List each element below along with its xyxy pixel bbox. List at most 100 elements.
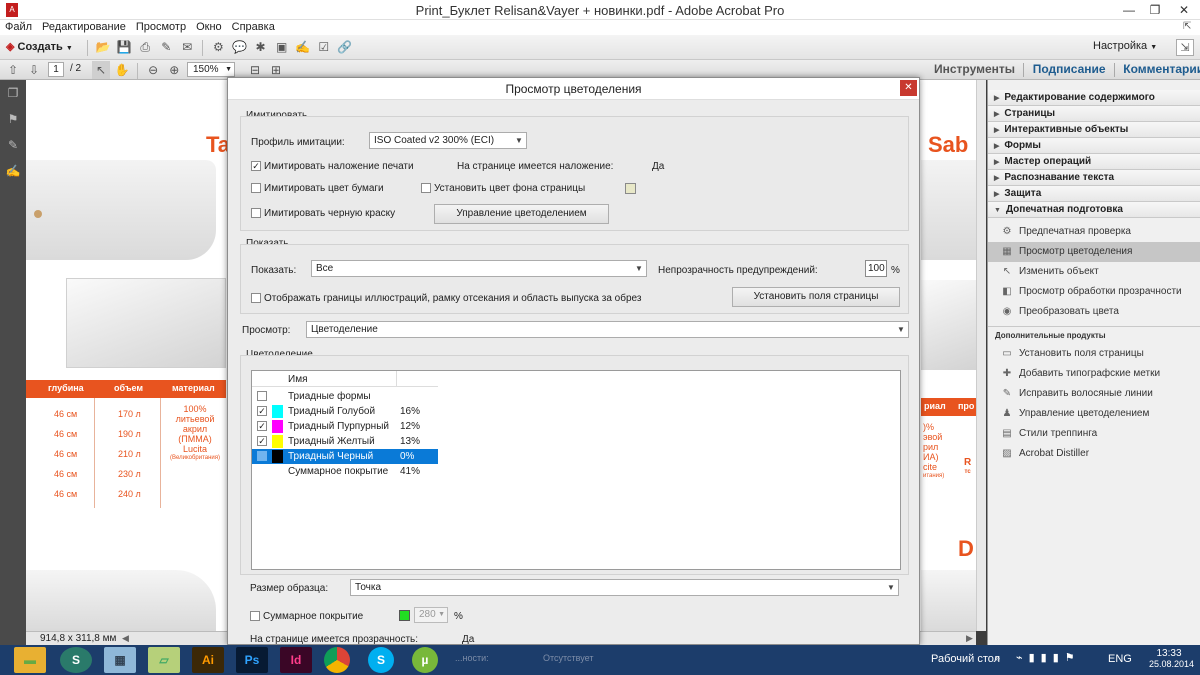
tool-page-boxes[interactable]: ▭ Установить поля страницы	[988, 344, 1200, 364]
scroll-left-icon[interactable]: ◀	[122, 632, 129, 645]
utorrent-icon[interactable]: µ	[412, 647, 438, 673]
comment-icon[interactable]: 💬	[231, 38, 249, 56]
print-icon[interactable]: ⎙	[136, 38, 154, 56]
expand-icon[interactable]: ⇱	[1178, 20, 1194, 34]
sample-size-select[interactable]: Точка ▼	[350, 579, 899, 596]
total-coverage-color-swatch[interactable]	[399, 610, 410, 621]
link-icon[interactable]: 🔗	[336, 38, 354, 56]
tool-printer-marks[interactable]: ✚ Добавить типографские метки	[988, 364, 1200, 384]
separation-checkbox[interactable]: ✓	[257, 436, 267, 446]
app-s-icon[interactable]: S	[60, 647, 92, 673]
open-icon[interactable]: 📂	[94, 38, 112, 56]
separation-checkbox[interactable]: ✓	[257, 421, 267, 431]
review-icon[interactable]: ☑	[315, 38, 333, 56]
tab-tools[interactable]: Инструменты	[934, 62, 1015, 76]
panel-section-print-production[interactable]: ▼ Допечатная подготовка	[988, 202, 1200, 218]
black-ink-checkbox[interactable]: Имитировать черную краску	[251, 208, 395, 219]
menu-file[interactable]: Файл	[0, 20, 37, 34]
warning-opacity-input[interactable]: 100	[865, 260, 887, 277]
menu-view[interactable]: Просмотр	[131, 20, 191, 34]
settings-dropdown[interactable]: Настройка ▼	[1093, 40, 1157, 52]
menu-window[interactable]: Окно	[191, 20, 227, 34]
tray-expand-icon[interactable]: »	[995, 653, 1000, 663]
tool-separation[interactable]: ▦ Просмотр цветоделения	[988, 242, 1200, 262]
scroll-right-icon[interactable]: ▶	[966, 632, 973, 645]
ink-manager-button[interactable]: Управление цветоделением	[434, 204, 609, 224]
select-tool-icon[interactable]: ↖	[92, 61, 110, 79]
illustrator-icon[interactable]: Ai	[192, 647, 224, 673]
create-button[interactable]: ◈ Создать ▼	[6, 38, 73, 56]
tool-ink-manager[interactable]: ♟ Управление цветоделением	[988, 404, 1200, 424]
overprint-checkbox[interactable]: ✓ Имитировать наложение печати	[251, 161, 414, 172]
separation-row[interactable]: Триадные формы	[252, 389, 438, 404]
preview-select[interactable]: Цветоделение ▼	[306, 321, 909, 338]
skype-icon[interactable]: S	[368, 647, 394, 673]
separation-row[interactable]: ✓ Триадный Голубой 16%	[252, 404, 438, 419]
panel-section-ocr[interactable]: ▶ Распознавание текста	[988, 170, 1200, 186]
separation-row[interactable]: ✓ Триадный Желтый 13%	[252, 434, 438, 449]
save-icon[interactable]: 💾	[115, 38, 133, 56]
menu-edit[interactable]: Редактирование	[37, 20, 131, 34]
tab-sign[interactable]: Подписание	[1033, 62, 1106, 76]
gear-icon[interactable]: ⚙	[209, 38, 227, 56]
page-bg-checkbox[interactable]: Установить цвет фона страницы	[421, 183, 585, 194]
tool-hairlines[interactable]: ✎ Исправить волосяные линии	[988, 384, 1200, 404]
maximize-icon[interactable]: ❐	[1142, 0, 1168, 20]
zoom-in-icon[interactable]: ⊕	[165, 61, 183, 79]
panel-section-forms[interactable]: ▶ Формы	[988, 138, 1200, 154]
signatures-icon[interactable]: ✍	[0, 158, 26, 184]
panel-section-interactive[interactable]: ▶ Интерактивные объекты	[988, 122, 1200, 138]
indesign-icon[interactable]: Id	[280, 647, 312, 673]
tool-preflight[interactable]: ⚙ Предпечатная проверка	[988, 222, 1200, 242]
menu-help[interactable]: Справка	[227, 20, 280, 34]
paper-color-checkbox[interactable]: Имитировать цвет бумаги	[251, 183, 384, 194]
next-page-icon[interactable]: ⇩	[25, 61, 43, 79]
clock[interactable]: 13:33 25.08.2014	[1149, 648, 1194, 669]
tray-icons[interactable]: ⌁▮▮▮⚑	[1016, 651, 1081, 664]
panel-section-pages[interactable]: ▶ Страницы	[988, 106, 1200, 122]
zoom-out-icon[interactable]: ⊖	[144, 61, 162, 79]
separation-checkbox[interactable]	[257, 391, 267, 401]
separation-checkbox[interactable]	[257, 451, 267, 461]
column-name-header[interactable]: Имя	[288, 374, 307, 385]
stamp-icon[interactable]: ✱	[252, 38, 270, 56]
calculator-icon[interactable]: ▦	[104, 647, 136, 673]
total-coverage-input[interactable]: 280 ▼	[414, 607, 448, 623]
sign-icon[interactable]: ✍	[294, 38, 312, 56]
language-indicator[interactable]: ENG	[1108, 653, 1132, 665]
profile-select[interactable]: ISO Coated v2 300% (ECI) ▼	[369, 132, 527, 149]
email-icon[interactable]: ✉	[178, 38, 196, 56]
minimize-icon[interactable]: —	[1116, 0, 1142, 20]
show-boxes-checkbox[interactable]: Отображать границы иллюстраций, рамку от…	[251, 293, 641, 304]
desktop-toolbar[interactable]: Рабочий стол	[931, 653, 1000, 665]
expand-panel-icon[interactable]: ⇲	[1176, 39, 1194, 56]
separation-checkbox[interactable]: ✓	[257, 406, 267, 416]
tool-flattener[interactable]: ◧ Просмотр обработки прозрачности	[988, 282, 1200, 302]
panel-section-edit-content[interactable]: ▶ Редактирование содержимого	[988, 90, 1200, 106]
prev-page-icon[interactable]: ⇧	[4, 61, 22, 79]
chrome-icon[interactable]	[324, 647, 350, 673]
checkbox-overprint[interactable]: ✓	[251, 161, 261, 172]
close-icon[interactable]: ✕	[1168, 0, 1200, 20]
tool-convert-colors[interactable]: ◉ Преобразовать цвета	[988, 302, 1200, 322]
bookmarks-icon[interactable]: ⚑	[0, 106, 26, 132]
edit-icon[interactable]: ✎	[157, 38, 175, 56]
photoshop-icon[interactable]: Ps	[236, 647, 268, 673]
total-coverage-checkbox[interactable]: Суммарное покрытие	[250, 611, 363, 622]
tool-distiller[interactable]: ▨ Acrobat Distiller	[988, 444, 1200, 464]
dialog-close-button[interactable]: ✕	[900, 80, 917, 96]
page-bg-color-swatch[interactable]	[625, 183, 636, 194]
page-number-input[interactable]: 1	[48, 62, 64, 77]
hand-tool-icon[interactable]: ✋	[113, 61, 131, 79]
notes-icon[interactable]: ▱	[148, 647, 180, 673]
tab-comments[interactable]: Комментарии	[1123, 62, 1200, 76]
panel-section-protection[interactable]: ▶ Защита	[988, 186, 1200, 202]
separation-row[interactable]: Триадный Черный 0%	[252, 449, 438, 464]
separation-row[interactable]: ✓ Триадный Пурпурный 12%	[252, 419, 438, 434]
show-select[interactable]: Все ▼	[311, 260, 647, 277]
zoom-select[interactable]: 150% ▼	[187, 62, 235, 77]
separation-row[interactable]: Суммарное покрытие 41%	[252, 464, 438, 479]
document-scrollbar[interactable]	[976, 80, 986, 631]
explorer-icon[interactable]: ▬	[14, 647, 46, 673]
attach-icon[interactable]: ▣	[273, 38, 291, 56]
